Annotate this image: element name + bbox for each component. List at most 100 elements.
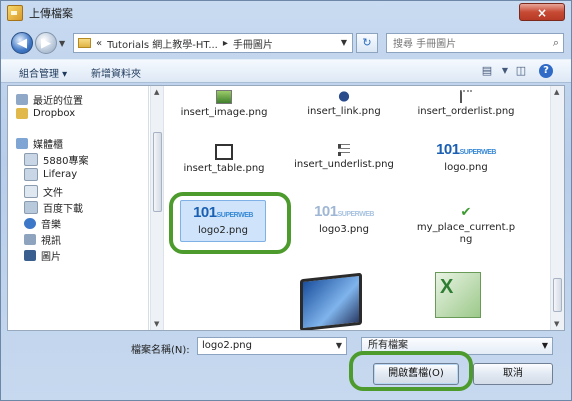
- file-name: logo2.png: [198, 225, 248, 236]
- brand-sub: SUPERWEB: [216, 212, 254, 219]
- file-name: logo3.png: [319, 224, 369, 235]
- file-name: logo.png: [444, 162, 488, 173]
- link-file-icon: [338, 90, 350, 103]
- nav-item-documents[interactable]: 文件: [24, 184, 63, 199]
- file-name: insert_table.png: [183, 163, 265, 174]
- filename-dropdown-icon[interactable]: ▼: [331, 337, 347, 355]
- file-item[interactable]: 101SUPERWEB logo3.png: [294, 203, 394, 236]
- logo-thumbnail: 101SUPERWEB: [294, 203, 394, 221]
- nav-item-dropbox[interactable]: Dropbox: [16, 108, 75, 119]
- address-bar[interactable]: « Tutorials 網上教學-HT... ▸ 手冊圖片: [73, 33, 353, 53]
- brand-number: 101: [436, 141, 460, 158]
- back-button[interactable]: ◀: [11, 32, 33, 54]
- underlist-file-icon: [338, 144, 350, 156]
- file-item[interactable]: insert_underlist.png: [294, 144, 394, 171]
- nav-item-label: 百度下載: [43, 204, 83, 215]
- scroll-down-arrow-icon[interactable]: ▼: [154, 320, 159, 328]
- filename-input[interactable]: logo2.png: [197, 337, 347, 355]
- title-bar: 上傳檔案 ×: [1, 1, 571, 25]
- file-name: insert_underlist.png: [294, 159, 394, 170]
- cancel-button[interactable]: 取消: [473, 363, 553, 385]
- nav-item-5880[interactable]: 5880專案: [24, 152, 88, 167]
- nav-item-label: 5880專案: [43, 156, 89, 167]
- nav-item-downloads[interactable]: 百度下載: [24, 200, 83, 215]
- nav-item-label: 媒體櫃: [33, 140, 63, 151]
- refresh-button[interactable]: ↻: [356, 33, 378, 53]
- forward-button[interactable]: ▶: [35, 32, 57, 54]
- address-dropdown-icon[interactable]: ▼: [337, 33, 351, 53]
- filetype-select[interactable]: 所有檔案 ▼: [361, 337, 553, 355]
- checkmark-file-icon: ✔: [460, 205, 472, 220]
- search-icon[interactable]: ⌕: [553, 36, 559, 50]
- chevron-down-icon: ▼: [541, 341, 548, 350]
- brand-number: 101: [314, 203, 338, 220]
- videos-icon: [24, 234, 36, 245]
- library-icon: [24, 168, 38, 181]
- excel-x-glyph-icon: X: [440, 276, 454, 298]
- brand-sub: SUPERWEB: [459, 149, 497, 156]
- organize-button[interactable]: 組合管理 ▾: [19, 65, 67, 80]
- file-item-selected[interactable]: 101SUPERWEB logo2.png: [180, 200, 266, 242]
- breadcrumb-separator[interactable]: ▸: [223, 38, 228, 49]
- brand-sub: SUPERWEB: [337, 211, 375, 218]
- views-icon[interactable]: ▤: [479, 64, 495, 78]
- file-item[interactable]: insert_image.png: [174, 90, 274, 119]
- file-name: insert_image.png: [180, 107, 268, 118]
- logo-thumbnail: 101SUPERWEB: [181, 204, 265, 222]
- folder-icon: [78, 38, 91, 48]
- excel-document-icon: X: [435, 272, 481, 318]
- table-file-icon: [215, 144, 233, 160]
- dialog-footer: 檔案名稱(N): logo2.png ▼ 所有檔案 ▼ 開啟舊檔(O) 取消: [1, 333, 571, 400]
- scroll-up-arrow-icon[interactable]: ▲: [554, 88, 559, 96]
- files-scrollbar[interactable]: ▲ ▼: [550, 86, 564, 330]
- nav-item-pictures[interactable]: 圖片: [24, 248, 61, 263]
- open-button[interactable]: 開啟舊檔(O): [373, 363, 459, 385]
- scroll-up-arrow-icon[interactable]: ▲: [154, 88, 159, 96]
- help-icon[interactable]: ?: [539, 64, 553, 78]
- nav-item-recent[interactable]: 最近的位置: [16, 92, 83, 107]
- nav-item-label: 音樂: [41, 220, 61, 231]
- nav-item-liferay[interactable]: Liferay: [24, 168, 77, 181]
- nav-item-music[interactable]: 音樂: [24, 216, 61, 231]
- file-item[interactable]: ✔ my_place_current.png: [416, 206, 516, 246]
- nav-item-label: Liferay: [43, 169, 78, 180]
- dropbox-icon: [16, 108, 28, 119]
- window-title: 上傳檔案: [29, 7, 73, 20]
- close-button[interactable]: ×: [519, 3, 565, 21]
- file-list: insert_image.png insert_link.png insert_…: [166, 86, 550, 330]
- address-row: ◀ ▶ ▼ « Tutorials 網上教學-HT... ▸ 手冊圖片 ▼ ↻ …: [1, 29, 571, 57]
- orderlist-file-icon: [460, 90, 472, 103]
- nav-scrollbar[interactable]: ▲ ▼: [150, 86, 164, 330]
- file-item[interactable]: insert_orderlist.png: [416, 90, 516, 118]
- file-item[interactable]: [296, 272, 366, 330]
- new-folder-button[interactable]: 新增資料夾: [91, 65, 141, 80]
- nav-item-videos[interactable]: 視訊: [24, 232, 61, 247]
- nav-item-libraries[interactable]: 媒體櫃: [16, 136, 63, 151]
- preview-pane-icon[interactable]: ◫: [513, 64, 529, 78]
- scroll-thumb[interactable]: [553, 278, 562, 312]
- image-file-icon: [216, 90, 232, 104]
- file-item[interactable]: insert_table.png: [174, 144, 274, 175]
- toolbar: 組合管理 ▾ 新增資料夾 ▤ ▼ ◫ ?: [1, 59, 571, 83]
- breadcrumb-overflow[interactable]: «: [96, 38, 102, 49]
- views-dropdown-icon[interactable]: ▼: [497, 66, 513, 80]
- recent-pages-dropdown-icon[interactable]: ▼: [59, 39, 65, 48]
- search-input[interactable]: [391, 35, 545, 53]
- scroll-thumb[interactable]: [153, 132, 162, 212]
- search-box[interactable]: ⌕: [386, 33, 564, 53]
- filename-label: 檔案名稱(N):: [131, 345, 190, 356]
- scroll-down-arrow-icon[interactable]: ▼: [554, 320, 559, 328]
- downloads-icon: [24, 201, 38, 214]
- file-item[interactable]: 101SUPERWEB logo.png: [416, 141, 516, 174]
- file-item[interactable]: X: [428, 272, 488, 321]
- folder-upload-icon: [7, 5, 23, 21]
- filetype-value: 所有檔案: [368, 340, 408, 351]
- brand-number: 101: [193, 204, 217, 221]
- breadcrumb-item[interactable]: Tutorials 網上教學-HT...: [107, 36, 218, 51]
- libraries-icon: [16, 138, 28, 149]
- nav-item-label: Dropbox: [33, 108, 76, 119]
- file-item[interactable]: insert_link.png: [294, 90, 394, 118]
- file-name: insert_link.png: [307, 106, 381, 117]
- breadcrumb-item[interactable]: 手冊圖片: [233, 36, 273, 51]
- file-name: my_place_current.png: [416, 222, 516, 245]
